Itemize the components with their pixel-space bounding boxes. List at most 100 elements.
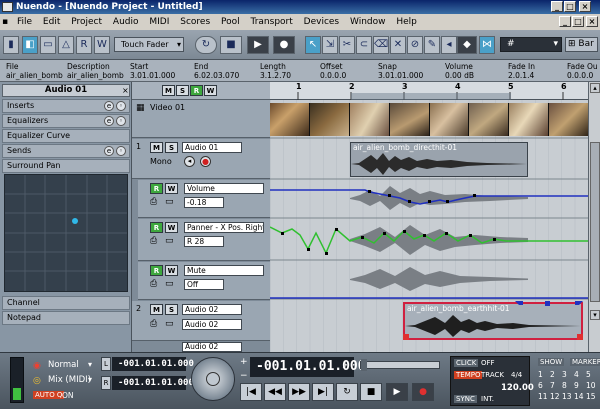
chevron-down-icon[interactable]: ▾ [88,360,92,369]
menu-transport[interactable]: Transport [247,14,297,30]
marker-button[interactable]: 5 [586,370,598,379]
bypass-icon[interactable]: e [104,116,114,126]
cycle-icon[interactable]: ↻ [195,36,217,54]
fade-in-handle-icon[interactable] [515,301,523,305]
solo-all-button[interactable]: S [176,85,189,96]
lane-lock-icon[interactable]: ▭ [165,236,174,246]
solo-button[interactable]: S [165,142,178,153]
show-markers-button[interactable]: SHOW [538,358,565,366]
transport-record-button[interactable]: ● [412,383,434,401]
fade-out-handle-icon[interactable] [575,301,583,305]
marker-button[interactable]: 15 [586,392,598,401]
read-all-button[interactable]: R [190,85,203,96]
mute-button[interactable]: M [150,142,163,153]
inspector-close-icon[interactable]: × [122,86,129,95]
info-value[interactable]: 0.00 dB [445,71,474,80]
lane-options-icon[interactable]: ⎙ [150,236,157,246]
bypass-icon[interactable]: e [104,101,114,111]
play-button[interactable]: ▶ [247,36,269,54]
write-button[interactable]: W [165,265,178,276]
marker-button[interactable]: 3 [562,370,574,379]
color-icon[interactable]: ◆ [457,36,477,54]
marker-button[interactable]: 2 [550,370,562,379]
marker-button[interactable]: 14 [574,392,586,401]
doc-restore-button[interactable]: □ [572,16,584,27]
menu-scores[interactable]: Scores [176,14,214,30]
mute-all-button[interactable]: M [162,85,175,96]
menu-project[interactable]: Project [67,14,106,30]
lane-options-icon[interactable]: ⎙ [150,279,157,289]
marker-button[interactable]: 7 [550,381,562,390]
position-plus-icon[interactable]: + [240,357,250,371]
menu-help[interactable]: Help [392,14,421,30]
menu-window[interactable]: Window [346,14,390,30]
cycle-button[interactable]: ↻ [336,383,358,401]
panner-position-dot[interactable] [72,218,78,224]
info-value[interactable]: 0.0.0.0 [320,71,346,80]
draw-tool-icon[interactable]: ✎ [424,36,440,54]
sync-button[interactable]: SYNC [454,395,477,403]
marker-button[interactable]: 10 [586,381,598,390]
vertical-scrollbar[interactable]: ▴ ▾ [588,82,600,352]
inspector-track-name[interactable]: Audio 01 [2,84,130,97]
info-value[interactable]: 3.1.2.70 [260,71,291,80]
split-tool-icon[interactable]: ✂ [339,36,355,54]
read-automation-icon[interactable]: R [76,36,92,54]
bypass-icon[interactable]: e [104,146,114,156]
record-enable-icon[interactable]: ● [200,156,211,167]
panner-automation[interactable] [270,219,588,260]
audio-event[interactable]: air_alien_bomb_directhit-01 [350,142,528,177]
inspector-notepad[interactable]: Notepad [2,311,130,325]
info-value[interactable]: air_alien_bomb [67,71,124,80]
position-slider[interactable] [360,359,440,371]
tempo-value[interactable]: 120.00 [501,383,534,393]
metronome-icon[interactable]: △ [58,36,74,54]
right-locator-display[interactable]: -001.01.01.000 [112,376,194,390]
rewind-button[interactable]: ◀◀ [264,383,286,401]
mute-automation[interactable] [270,261,588,299]
inspector-surround-pan[interactable]: Surround Pan [2,159,130,173]
record-button[interactable]: ● [273,36,295,54]
marker-button[interactable]: 11 [538,392,550,401]
automation-mode-select[interactable]: Touch Fader ▾ [114,37,184,52]
automation-param-select[interactable]: Mute [184,265,264,276]
quantize-select[interactable]: ⊞ Bar [565,37,598,52]
range-tool-icon[interactable]: ⇲ [322,36,338,54]
automation-param-select[interactable]: Volume [184,183,264,194]
scroll-up-icon[interactable]: ▴ [590,83,600,93]
resize-handle-icon[interactable] [577,334,583,340]
menu-audio[interactable]: Audio [109,14,143,30]
left-locator-button[interactable]: L [101,357,111,371]
selected-audio-event[interactable]: air_alien_bomb_earthhit-01 [403,301,583,340]
power-icon[interactable]: ◦ [116,116,126,126]
lane-options-icon[interactable]: ⎙ [150,197,157,207]
solo-button[interactable]: S [165,304,178,315]
event-display[interactable]: air_alien_bomb_directhit-01 air_alien_bo… [270,100,588,352]
track-name-field-partial[interactable]: Audio 02 [182,342,242,352]
grid-type-select[interactable]: # ▾ [500,37,562,52]
infoline-toggle-icon[interactable]: ◧ [22,36,38,54]
volume-handle-icon[interactable] [545,301,550,306]
object-selection-tool-icon[interactable]: ↖ [305,36,321,54]
mute-button[interactable]: M [150,304,163,315]
automation-lane-mute[interactable]: R W Mute ⎙ ▭ Off [138,262,270,300]
overview-icon[interactable]: ▭ [40,36,56,54]
snap-icon[interactable]: ⋈ [479,36,495,54]
video-event[interactable] [270,103,588,136]
inspector-equalizers[interactable]: Equalizers e ◦ [2,114,130,128]
power-icon[interactable]: ◦ [116,146,126,156]
inspector-sends[interactable]: Sends e ◦ [2,144,130,158]
audio-track-1[interactable]: 1 M S Audio 01 Mono ◂ ● [132,139,270,179]
resize-handle-icon[interactable] [403,334,409,340]
track-name-field[interactable]: Audio 01 [182,142,242,153]
marker-button[interactable]: 12 [550,392,562,401]
cycle-record-mode[interactable]: Mix (MIDI) [48,375,91,385]
write-all-button[interactable]: W [204,85,217,96]
time-signature[interactable]: 4/4 [511,371,522,379]
info-value[interactable]: air_alien_bomb [6,71,63,80]
power-icon[interactable]: ◦ [116,101,126,111]
marker-button[interactable]: 1 [538,370,550,379]
automation-lane-volume[interactable]: R W Volume ⎙ ▭ -0.18 [138,180,270,218]
doc-minimize-button[interactable]: _ [559,16,571,27]
menu-midi[interactable]: MIDI [145,14,173,30]
